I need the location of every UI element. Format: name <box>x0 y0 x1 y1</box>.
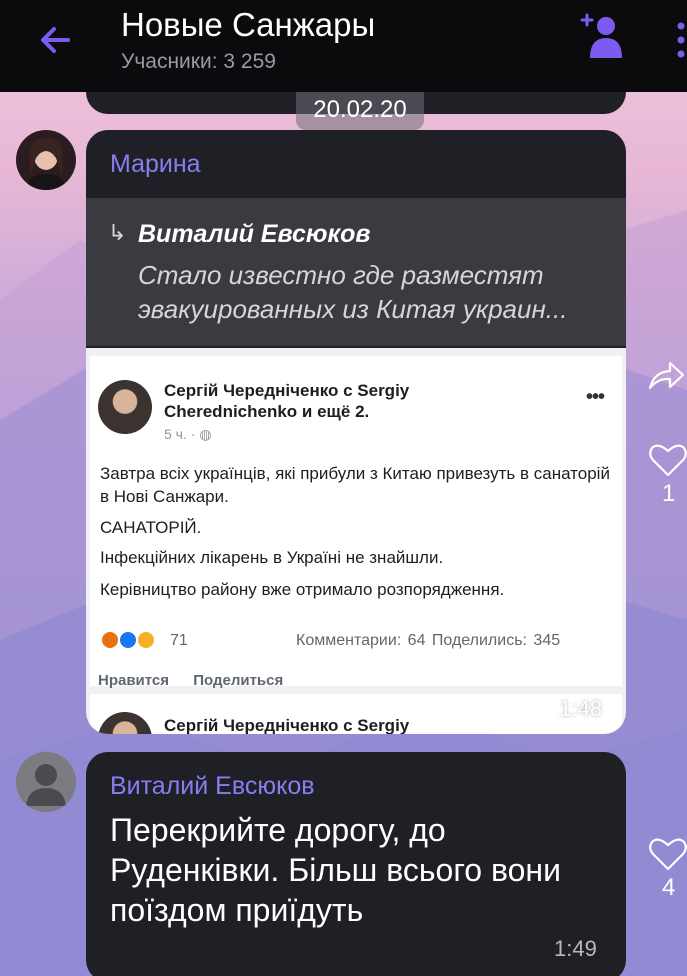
post-time: 5 ч. · ◍ <box>164 426 212 443</box>
avatar[interactable] <box>16 130 76 190</box>
reaction-count: 71 <box>170 632 188 649</box>
post-stats: Комментарии: 64 Поделились: 345 <box>296 632 561 649</box>
reply-text: Стало известно где разместят эвакуирован… <box>138 260 568 324</box>
post-paragraph: Завтра всіх українців, які прибули з Кит… <box>100 464 610 506</box>
date-separator: 20.02.20 <box>296 92 424 130</box>
post-more-icon: ••• <box>586 386 605 408</box>
reply-author: Виталий Евсюков <box>138 220 371 248</box>
attached-image[interactable]: Сергій Чередніченко с Sergiy Cheredniche… <box>86 348 626 734</box>
participants-count: Учасники: 3 259 <box>121 50 276 73</box>
message-time: 1:48 <box>559 696 602 721</box>
add-member-icon[interactable] <box>578 10 626 60</box>
reply-arrow-icon: ↳ <box>108 220 127 245</box>
message-sender[interactable]: Виталий Евсюков <box>110 772 315 801</box>
like-heart-icon[interactable] <box>648 836 687 872</box>
post-time-text: 5 ч. · <box>164 426 196 442</box>
avatar[interactable] <box>16 752 76 812</box>
like-heart-icon[interactable] <box>648 442 687 478</box>
more-vertical-icon[interactable] <box>668 20 687 60</box>
message-bubble[interactable]: Виталий Евсюков Перекрийте дорогу, до Ру… <box>86 752 626 976</box>
angry-reaction-icon <box>100 630 120 650</box>
message-time: 1:49 <box>554 936 597 961</box>
globe-icon: ◍ <box>199 426 212 442</box>
share-icon[interactable] <box>646 358 686 394</box>
post-author-avatar <box>98 380 152 434</box>
chat-title[interactable]: Новые Санжары <box>121 6 375 44</box>
post-author: Сергій Чередніченко с Sergiy <box>164 716 410 734</box>
post-author: Сергій Чередніченко с Sergiy Cheredniche… <box>164 381 410 421</box>
facebook-post: Сергій Чередніченко с Sergiy Cheredniche… <box>90 356 622 689</box>
post-actions: Нравится Поделиться <box>98 672 303 689</box>
message-text: Перекрийте дорогу, до Руденківки. Більш … <box>110 812 561 928</box>
wow-reaction-icon <box>136 630 156 650</box>
post-like-label: Нравится <box>98 672 170 689</box>
post-paragraph: Керівництво району вже отримало розпоряд… <box>100 580 505 599</box>
chat-header: Новые Санжары Учасники: 3 259 <box>0 0 687 92</box>
post-share-label: Поделиться <box>193 672 284 689</box>
message-bubble[interactable]: Марина ↳ Виталий Евсюков Стало известно … <box>86 130 626 734</box>
post-paragraph: САНАТОРІЙ. <box>100 518 202 537</box>
like-count: 1 <box>662 480 676 507</box>
next-facebook-post: Сергій Чередніченко с Sergiy <box>90 694 622 734</box>
message-sender[interactable]: Марина <box>110 150 201 179</box>
back-arrow-icon[interactable] <box>34 18 78 62</box>
reply-quote[interactable]: ↳ Виталий Евсюков Стало известно где раз… <box>86 198 626 346</box>
post-paragraph: Інфекційних лікарень в Україні не знайшл… <box>100 548 444 567</box>
like-count: 4 <box>662 874 676 901</box>
post-author-avatar <box>98 712 152 734</box>
like-reaction-icon <box>118 630 138 650</box>
